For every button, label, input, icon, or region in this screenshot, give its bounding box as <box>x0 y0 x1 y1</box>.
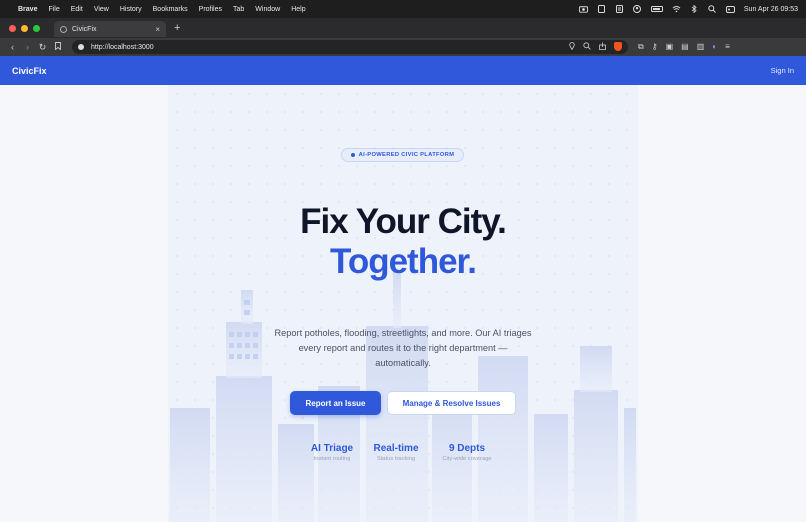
menu-file[interactable]: File <box>48 6 59 13</box>
stat-sublabel: Status tracking <box>376 456 416 462</box>
stat-sublabel: City-wide coverage <box>442 456 492 462</box>
web-page: CivicFix Sign In AI-POWERED CIVIC PLATFO… <box>0 56 806 522</box>
menu-tab[interactable]: Tab <box>233 6 244 13</box>
document-icon[interactable] <box>615 5 624 13</box>
forward-icon[interactable]: › <box>21 42 34 52</box>
sidebar-icon[interactable]: ▥ <box>697 42 705 52</box>
stat-departments: 9 Depts City-wide coverage <box>434 443 500 462</box>
battery-icon[interactable] <box>650 6 663 12</box>
menu-edit[interactable]: Edit <box>71 6 83 13</box>
reload-icon[interactable]: ↻ <box>36 42 49 53</box>
location-pin-icon[interactable] <box>569 42 575 52</box>
menu-history[interactable]: History <box>120 6 142 13</box>
globe-icon <box>60 25 67 33</box>
menu-bookmarks[interactable]: Bookmarks <box>153 6 188 13</box>
address-bar[interactable]: http://localhost:3000 <box>72 40 628 54</box>
wallet-icon[interactable]: ▣ <box>666 42 674 52</box>
camera-icon[interactable] <box>578 6 588 13</box>
stat-realtime: Real-time Status tracking <box>368 443 424 462</box>
browser-extension-icons: ⧉ ⚷ ▣ ▤ ▥ ◐ ≡ <box>638 42 730 52</box>
zoom-icon[interactable] <box>583 42 591 52</box>
bookmark-icon[interactable] <box>51 42 64 52</box>
reader-icon[interactable]: ▤ <box>681 42 689 52</box>
menu-icon[interactable]: ≡ <box>725 42 730 52</box>
clock[interactable]: Sun Apr 26 09:53 <box>744 6 798 13</box>
site-navbar: CivicFix Sign In <box>0 56 806 85</box>
macos-menu-bar: Brave File Edit View History Bookmarks P… <box>0 0 806 18</box>
platform-badge: AI-POWERED CIVIC PLATFORM <box>341 148 464 162</box>
close-window-button[interactable] <box>9 24 16 32</box>
menu-help[interactable]: Help <box>291 6 305 13</box>
browser-tab[interactable]: CivicFix × <box>54 21 166 37</box>
stat-sublabel: Instant routing <box>313 456 351 462</box>
control-center-icon[interactable] <box>725 5 735 13</box>
back-icon[interactable]: ‹ <box>6 42 19 52</box>
search-icon[interactable] <box>708 5 717 13</box>
key-icon[interactable]: ⚷ <box>652 42 658 52</box>
sign-in-link[interactable]: Sign In <box>771 66 794 75</box>
menu-profiles[interactable]: Profiles <box>199 6 222 13</box>
stat-ai-triage: AI Triage Instant routing <box>306 443 358 462</box>
badge-text: AI-POWERED CIVIC PLATFORM <box>358 152 455 158</box>
bluetooth-icon[interactable] <box>690 5 699 13</box>
site-logo[interactable]: CivicFix <box>12 66 47 76</box>
hero-title-line2: Together. <box>330 242 477 281</box>
status-icons: Sun Apr 26 09:53 <box>578 5 798 13</box>
manage-issues-button[interactable]: Manage & Resolve Issues <box>387 391 516 415</box>
profile-icon[interactable]: ◐ <box>712 42 717 52</box>
wifi-icon[interactable] <box>672 6 681 13</box>
minimize-window-button[interactable] <box>21 24 28 32</box>
stat-label: 9 Depts <box>448 443 486 454</box>
menu-app-name[interactable]: Brave <box>18 6 37 13</box>
hero-subtitle: Report potholes, flooding, streetlights,… <box>274 328 532 368</box>
zoom-window-button[interactable] <box>33 24 40 32</box>
menu-view[interactable]: View <box>94 6 109 13</box>
close-tab-icon[interactable]: × <box>155 25 160 34</box>
stat-label: AI Triage <box>310 443 354 454</box>
url-text[interactable]: http://localhost:3000 <box>91 44 154 51</box>
brave-shield-icon[interactable] <box>614 42 622 51</box>
share-icon[interactable] <box>599 42 606 52</box>
site-info-icon[interactable] <box>78 44 84 50</box>
browser-tab-strip: CivicFix × + <box>0 18 806 38</box>
address-bar-actions <box>569 42 622 52</box>
badge-dot-icon <box>350 153 355 157</box>
window-controls <box>9 24 40 32</box>
user-circle-icon[interactable] <box>633 5 642 13</box>
new-tab-button[interactable]: + <box>174 22 180 34</box>
report-issue-button[interactable]: Report an Issue <box>290 391 381 415</box>
hero-title-line1: Fix Your City. <box>300 202 507 241</box>
menu-window[interactable]: Window <box>255 6 280 13</box>
browser-toolbar: ‹ › ↻ http://localhost:3000 ⧉ ⚷ ▣ ▤ ▥ ◐ … <box>0 38 806 56</box>
stat-label: Real-time <box>373 443 419 454</box>
extensions-icon[interactable]: ⧉ <box>638 42 644 52</box>
clipboard-icon[interactable] <box>597 5 606 13</box>
tab-title: CivicFix <box>72 25 97 33</box>
